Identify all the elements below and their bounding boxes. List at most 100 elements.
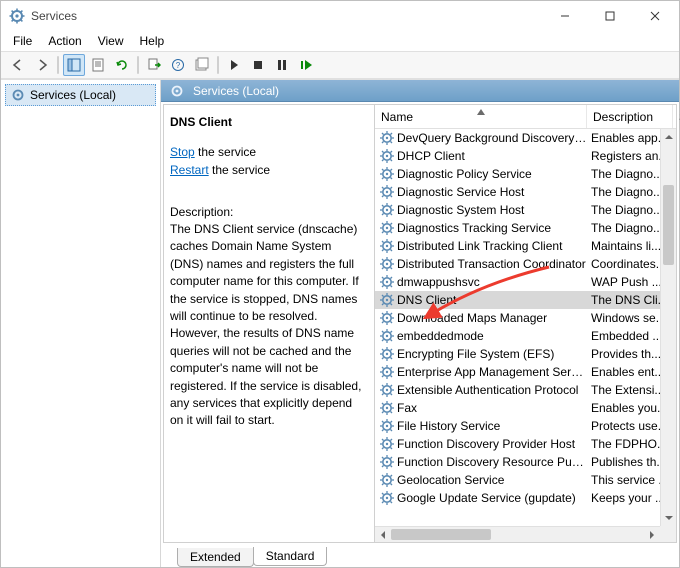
tab-extended[interactable]: Extended xyxy=(177,548,254,567)
service-gear-icon xyxy=(379,346,395,362)
col-header-status[interactable]: St xyxy=(673,105,680,128)
properties-button[interactable] xyxy=(87,54,109,76)
service-row[interactable]: DNS ClientThe DNS Cli...Ru xyxy=(375,291,660,309)
tree-item-services-local[interactable]: Services (Local) xyxy=(5,84,156,106)
service-name: Extensible Authentication Protocol xyxy=(397,383,587,397)
service-name: Diagnostics Tracking Service xyxy=(397,221,587,235)
minimize-button[interactable] xyxy=(542,1,587,31)
horizontal-scroll-track[interactable] xyxy=(391,527,644,542)
service-gear-icon xyxy=(379,220,395,236)
col-header-description[interactable]: Description xyxy=(587,105,673,128)
service-name: Diagnostic System Host xyxy=(397,203,587,217)
view-tabs: Extended Standard xyxy=(161,545,679,567)
service-gear-icon xyxy=(379,256,395,272)
service-name: Function Discovery Resource Publi... xyxy=(397,455,587,469)
service-row[interactable]: Distributed Link Tracking ClientMaintain… xyxy=(375,237,660,255)
service-row[interactable]: Enterprise App Management ServiceEnables… xyxy=(375,363,660,381)
service-gear-icon xyxy=(379,274,395,290)
service-row[interactable]: embeddedmodeEmbedded ... xyxy=(375,327,660,345)
forward-button[interactable] xyxy=(31,54,53,76)
export-list-button[interactable] xyxy=(143,54,165,76)
service-gear-icon xyxy=(379,148,395,164)
col-header-name-label: Name xyxy=(381,110,413,124)
stop-service-link[interactable]: Stop xyxy=(170,145,195,159)
right-content: DNS Client Stop the service Restart the … xyxy=(163,104,677,543)
toolbar: ? xyxy=(1,51,679,79)
menubar: File Action View Help xyxy=(1,31,679,51)
service-row[interactable]: dmwappushsvcWAP Push ... xyxy=(375,273,660,291)
horizontal-scroll-thumb[interactable] xyxy=(391,529,491,540)
tree-item-label: Services (Local) xyxy=(30,88,116,102)
detail-description: The DNS Client service (dnscache) caches… xyxy=(170,221,366,430)
detail-service-name: DNS Client xyxy=(170,115,366,129)
detail-pane: DNS Client Stop the service Restart the … xyxy=(164,105,374,542)
restart-service-link[interactable]: Restart xyxy=(170,163,209,177)
service-row[interactable]: Diagnostics Tracking ServiceThe Diagno..… xyxy=(375,219,660,237)
pause-service-button[interactable] xyxy=(271,54,293,76)
service-name: File History Service xyxy=(397,419,587,433)
service-description: Windows se... xyxy=(587,311,660,325)
service-gear-icon xyxy=(379,472,395,488)
stop-suffix: the service xyxy=(195,145,256,159)
col-header-description-label: Description xyxy=(593,110,653,124)
service-name: Distributed Transaction Coordinator xyxy=(397,257,587,271)
service-row[interactable]: Function Discovery Provider HostThe FDPH… xyxy=(375,435,660,453)
service-description: Keeps your ... xyxy=(587,491,660,505)
service-gear-icon xyxy=(379,400,395,416)
refresh-button[interactable] xyxy=(111,54,133,76)
service-row[interactable]: Encrypting File System (EFS)Provides th.… xyxy=(375,345,660,363)
service-name: Distributed Link Tracking Client xyxy=(397,239,587,253)
show-hide-tree-button[interactable] xyxy=(63,54,85,76)
service-name: Google Update Service (gupdate) xyxy=(397,491,587,505)
vertical-scroll-track[interactable] xyxy=(661,145,676,510)
service-row[interactable]: Extensible Authentication ProtocolThe Ex… xyxy=(375,381,660,399)
tab-standard[interactable]: Standard xyxy=(253,547,328,566)
service-row[interactable]: Diagnostic Service HostThe Diagno...Ru xyxy=(375,183,660,201)
snapin-button-1[interactable] xyxy=(191,54,213,76)
stop-service-button[interactable] xyxy=(247,54,269,76)
service-row[interactable]: Diagnostic Policy ServiceThe Diagno...Ru xyxy=(375,165,660,183)
scroll-down-button[interactable] xyxy=(661,510,676,526)
service-description: The Diagno... xyxy=(587,221,660,235)
menu-help[interactable]: Help xyxy=(132,32,173,50)
close-button[interactable] xyxy=(632,1,677,31)
maximize-button[interactable] xyxy=(587,1,632,31)
col-header-name[interactable]: Name xyxy=(375,105,587,128)
service-name: Diagnostic Service Host xyxy=(397,185,587,199)
service-row[interactable]: DHCP ClientRegisters an...Ru xyxy=(375,147,660,165)
restart-service-button[interactable] xyxy=(295,54,317,76)
service-gear-icon xyxy=(379,310,395,326)
service-row[interactable]: Distributed Transaction CoordinatorCoord… xyxy=(375,255,660,273)
service-description: The DNS Cli... xyxy=(587,293,660,307)
service-name: DNS Client xyxy=(397,293,587,307)
service-row[interactable]: File History ServiceProtects use... xyxy=(375,417,660,435)
service-row[interactable]: Function Discovery Resource Publi...Publ… xyxy=(375,453,660,471)
service-row[interactable]: Diagnostic System HostThe Diagno... xyxy=(375,201,660,219)
service-row[interactable]: Geolocation ServiceThis service ... xyxy=(375,471,660,489)
back-button[interactable] xyxy=(7,54,29,76)
service-row[interactable]: FaxEnables you... xyxy=(375,399,660,417)
service-description: Publishes th... xyxy=(587,455,660,469)
service-row[interactable]: Downloaded Maps ManagerWindows se... xyxy=(375,309,660,327)
scroll-left-button[interactable] xyxy=(375,527,391,542)
vertical-scroll-thumb[interactable] xyxy=(663,185,674,265)
scroll-up-button[interactable] xyxy=(661,129,676,145)
service-description: Maintains li... xyxy=(587,239,660,253)
sort-ascending-icon xyxy=(477,104,485,118)
horizontal-scrollbar[interactable] xyxy=(375,526,660,542)
restart-suffix: the service xyxy=(209,163,270,177)
service-description: Enables you... xyxy=(587,401,660,415)
service-row[interactable]: Google Update Service (gupdate)Keeps you… xyxy=(375,489,660,507)
scroll-right-button[interactable] xyxy=(644,527,660,542)
service-row[interactable]: DevQuery Background Discovery B...Enable… xyxy=(375,129,660,147)
services-header-icon xyxy=(169,83,185,99)
service-gear-icon xyxy=(379,130,395,146)
help-button[interactable]: ? xyxy=(167,54,189,76)
services-window: Services File Action View Help ? xyxy=(0,0,680,568)
vertical-scrollbar[interactable] xyxy=(660,129,676,526)
start-service-button[interactable] xyxy=(223,54,245,76)
menu-action[interactable]: Action xyxy=(40,32,89,50)
service-name: Function Discovery Provider Host xyxy=(397,437,587,451)
menu-file[interactable]: File xyxy=(5,32,40,50)
menu-view[interactable]: View xyxy=(90,32,132,50)
